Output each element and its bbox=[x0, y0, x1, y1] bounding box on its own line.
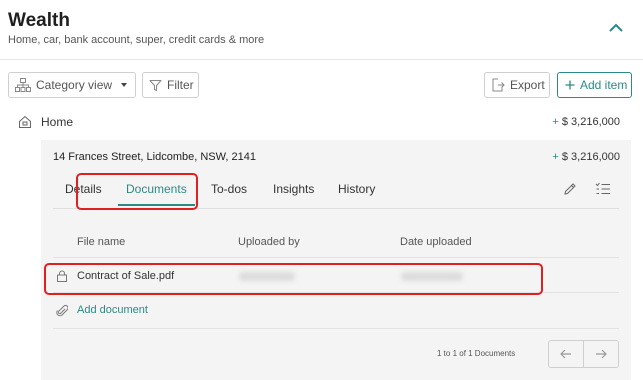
asset-amount: + $ 3,216,000 bbox=[552, 151, 620, 163]
tab-history[interactable]: History bbox=[338, 182, 375, 196]
category-amount: + $ 3,216,000 bbox=[552, 116, 620, 128]
filter-label: Filter bbox=[167, 78, 194, 92]
hierarchy-icon bbox=[15, 78, 31, 92]
arrow-right-icon bbox=[596, 349, 607, 359]
amount-sign: + bbox=[552, 116, 559, 128]
category-row-home[interactable]: Home + $ 3,216,000 bbox=[0, 110, 643, 136]
collapse-button[interactable] bbox=[604, 17, 628, 39]
add-document-link[interactable]: Add document bbox=[53, 299, 619, 329]
pencil-icon[interactable] bbox=[562, 181, 578, 197]
amount-sign: + bbox=[552, 151, 559, 163]
document-row-highlight bbox=[44, 263, 543, 295]
checklist-icon[interactable] bbox=[595, 181, 611, 197]
tab-todos[interactable]: To-dos bbox=[211, 182, 247, 196]
column-header-file-name[interactable]: File name bbox=[77, 236, 125, 248]
category-label: Home bbox=[41, 115, 74, 129]
export-icon bbox=[492, 78, 505, 92]
add-document-label: Add document bbox=[77, 304, 148, 316]
tab-insights[interactable]: Insights bbox=[273, 182, 314, 196]
amount-value: $ 3,216,000 bbox=[561, 151, 620, 163]
plus-icon bbox=[565, 80, 575, 90]
add-item-button[interactable]: Add item bbox=[557, 72, 632, 98]
export-button[interactable]: Export bbox=[484, 72, 550, 98]
amount-value: $ 3,216,000 bbox=[561, 116, 620, 128]
add-item-label: Add item bbox=[580, 78, 628, 92]
export-label: Export bbox=[510, 78, 545, 92]
caret-down-icon bbox=[121, 83, 127, 87]
filter-button[interactable]: Filter bbox=[142, 72, 199, 98]
section-title: Wealth bbox=[8, 10, 70, 31]
section-subtitle: Home, car, bank account, super, credit c… bbox=[8, 34, 265, 46]
home-icon bbox=[19, 115, 31, 128]
pagination-count: 1 to 1 of 1 Documents bbox=[437, 349, 516, 358]
previous-page-button[interactable] bbox=[548, 340, 584, 368]
column-header-uploaded-by[interactable]: Uploaded by bbox=[238, 236, 300, 248]
next-page-button[interactable] bbox=[583, 340, 619, 368]
column-header-date-uploaded[interactable]: Date uploaded bbox=[400, 236, 472, 248]
asset-address: 14 Frances Street, Lidcombe, NSW, 2141 bbox=[53, 151, 256, 163]
filter-icon bbox=[149, 79, 162, 91]
section-header: Wealth Home, car, bank account, super, c… bbox=[0, 0, 643, 60]
chevron-up-icon bbox=[609, 23, 623, 32]
category-view-label: Category view bbox=[36, 78, 113, 92]
paperclip-icon bbox=[56, 305, 68, 317]
documents-tab-highlight bbox=[76, 173, 198, 210]
arrow-left-icon bbox=[560, 349, 571, 359]
category-view-dropdown[interactable]: Category view bbox=[8, 72, 136, 98]
